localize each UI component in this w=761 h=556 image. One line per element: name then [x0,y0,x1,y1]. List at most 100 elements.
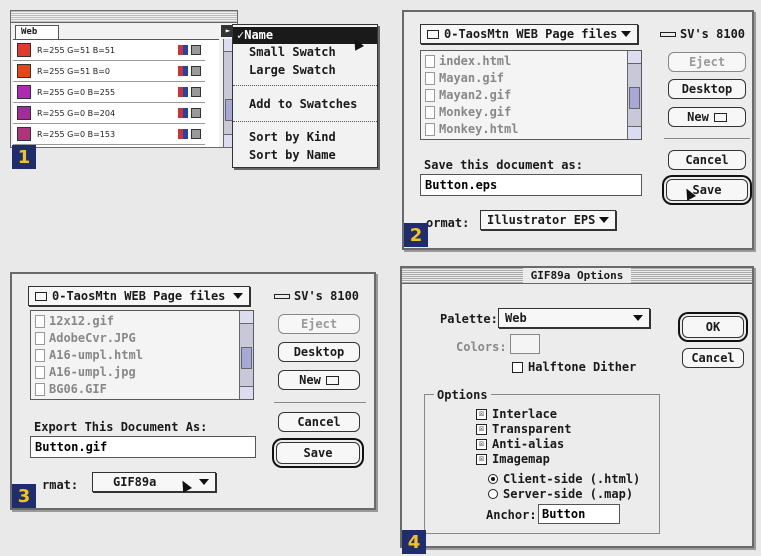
menu-item-add-to-swatches[interactable]: Add to Swatches [249,97,357,111]
folder-icon [325,375,339,385]
filename-field[interactable] [30,436,256,458]
swatch-row[interactable]: R=255 G=51 B=0 [13,61,205,82]
menu-item-large-swatch[interactable]: Large Swatch [249,63,336,77]
spot-color-icon [191,45,201,55]
checkbox-checked-icon: ☒ [476,438,487,450]
checkbox-checked-icon: ☒ [476,423,487,435]
file-list[interactable]: 12x12.gif AdobeCvr.JPG A16-umpl.html A16-um… [30,310,254,400]
swatch-row[interactable]: R=255 G=51 B=51 [13,40,205,61]
document-icon [425,71,435,85]
swatches-palette: Web ► R=255 G=51 B=51 R=255 G=51 B=0 R=255… [10,10,238,148]
server-side-radio[interactable]: Server-side (.map) [488,487,633,501]
swatch-label: R=255 G=51 B=51 [37,45,116,55]
step-badge-2: 2 [404,223,428,247]
swatch-row[interactable]: R=255 G=0 B=153 [13,124,205,145]
menu-item-sort-by-name[interactable]: Sort by Name [249,148,336,162]
eject-button[interactable]: Eject [668,52,746,72]
file-list[interactable]: index.html Mayan.gif Mayan2.gif Monkey.gif M… [420,50,642,140]
chevron-down-icon [621,31,631,37]
imagemap-checkbox[interactable]: ☒ Imagemap [476,452,550,466]
swatch-label: R=255 G=0 B=153 [37,129,116,139]
cancel-button[interactable]: Cancel [682,348,744,368]
file-list-item[interactable]: 12x12.gif [35,314,114,328]
palette-titlebar[interactable] [11,11,237,23]
dialog-titlebar[interactable]: GIF89a Options [402,268,752,284]
palette-popup[interactable]: Web [498,308,650,328]
file-list-item[interactable]: A16-umpl.html [35,348,143,362]
menu-separator [233,85,377,86]
dialog-divider [664,138,750,139]
desktop-button[interactable]: Desktop [278,342,360,362]
interlace-checkbox[interactable]: ☒ Interlace [476,407,557,421]
process-color-icon [178,129,188,139]
client-side-radio[interactable]: Client-side (.html) [488,472,640,486]
transparent-checkbox[interactable]: ☒ Transparent [476,422,571,436]
document-icon [35,348,45,362]
eject-button[interactable]: Eject [278,314,360,334]
file-list-item[interactable]: Monkey.html [425,122,518,136]
document-icon [35,314,45,328]
chevron-down-icon [599,217,609,223]
file-list-item[interactable]: AdobeCvr.JPG [35,331,136,345]
save-button[interactable]: Save [276,442,360,464]
swatch-row[interactable]: R=255 G=0 B=204 [13,103,205,124]
anti-alias-checkbox[interactable]: ☒ Anti-alias [476,437,564,451]
chevron-down-icon [633,315,643,321]
swatch-color-chip [17,106,31,120]
radio-selected-icon [488,474,498,484]
spot-color-icon [191,129,201,139]
document-icon [425,122,435,136]
checkbox-icon [512,361,523,373]
swatch-row[interactable]: R=255 G=0 B=255 [13,82,205,103]
palette-label: Palette: [440,312,498,326]
filename-field[interactable] [420,174,642,196]
swatch-color-chip [17,85,31,99]
spot-color-icon [191,87,201,97]
document-icon [35,365,45,379]
file-list-item[interactable]: Mayan2.gif [425,88,511,102]
export-dialog: 0-TaosMtn WEB Page files SV's 8100 12x12… [10,272,376,510]
folder-popup[interactable]: 0-TaosMtn WEB Page files [420,24,638,44]
cancel-button[interactable]: Cancel [278,412,360,432]
new-folder-button[interactable]: New [278,370,360,390]
ok-button[interactable]: OK [682,316,744,338]
chevron-down-icon [199,479,209,485]
colors-label: Colors: [456,340,507,354]
file-list-item[interactable]: Mayan.gif [425,71,504,85]
swatch-color-chip [17,127,31,141]
process-color-icon [178,45,188,55]
file-list-item[interactable]: index.html [425,54,511,68]
file-list-item[interactable]: A16-umpl.jpg [35,365,136,379]
step-badge-3: 3 [12,484,36,508]
save-button[interactable]: Save [666,179,748,201]
spot-color-icon [191,66,201,76]
document-icon [425,54,435,68]
cancel-button[interactable]: Cancel [668,150,746,170]
file-list-scrollbar[interactable] [239,311,253,399]
colors-field[interactable] [510,334,540,354]
dialog-title: GIF89a Options [522,268,632,283]
menu-item-small-swatch[interactable]: Small Swatch [249,45,336,59]
process-color-icon [178,108,188,118]
tab-web[interactable]: Web [15,25,59,39]
checkbox-checked-icon: ☒ [476,408,487,420]
save-prompt: Save this document as: [424,158,583,172]
format-popup[interactable]: GIF89a [92,472,216,492]
swatch-label: R=255 G=0 B=255 [37,87,116,97]
file-list-scrollbar[interactable] [627,51,641,139]
desktop-button[interactable]: Desktop [668,79,746,99]
folder-popup[interactable]: 0-TaosMtn WEB Page files [28,286,250,306]
file-list-item[interactable]: Monkey.gif [425,105,511,119]
process-color-icon [178,66,188,76]
file-list-item[interactable]: BG06.GIF [35,382,107,396]
menu-item-sort-by-kind[interactable]: Sort by Kind [249,130,336,144]
disk-label: SV's 8100 [660,27,745,41]
new-folder-button[interactable]: New [668,107,746,127]
halftone-checkbox[interactable]: Halftone Dither [512,360,636,374]
folder-icon [713,112,727,122]
swatch-list: R=255 G=51 B=51 R=255 G=51 B=0 R=255 G=0 B… [13,39,219,147]
format-popup[interactable]: Illustrator EPS [480,210,616,230]
document-icon [35,382,45,396]
document-icon [425,88,435,102]
anchor-field[interactable] [538,504,620,524]
